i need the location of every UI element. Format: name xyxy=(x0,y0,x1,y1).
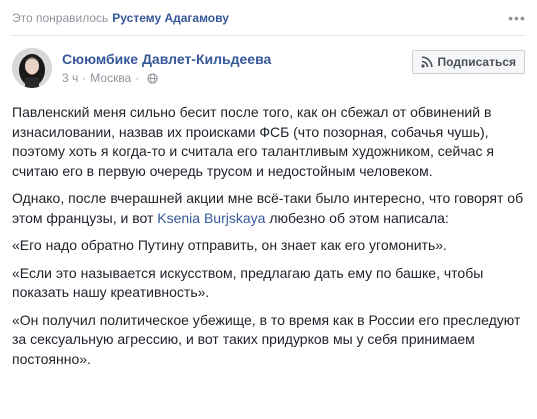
more-dots-icon: ••• xyxy=(508,10,526,26)
author-name[interactable]: Сююмбике Давлет-Кильдеева xyxy=(62,51,271,67)
post-paragraph-4: «Если это называется искусством, предлаг… xyxy=(12,264,484,301)
post-paragraph-5: «Он получил политическое убежище, в то в… xyxy=(12,311,521,367)
avatar[interactable] xyxy=(12,48,52,88)
post-paragraph-2: Однако, после вчерашней акции мне всё-та… xyxy=(12,189,529,228)
avatar-image xyxy=(12,48,52,88)
activity-line: Это понравилось Рустему Адагамову ••• xyxy=(12,0,525,36)
post-time[interactable]: 3 ч xyxy=(62,71,78,85)
meta-separator-2: · xyxy=(135,71,140,85)
post-meta: 3 ч · Москва · xyxy=(62,71,158,85)
post-body: Павленский меня сильно бесит после того,… xyxy=(12,103,529,377)
post-paragraph-3: «Его надо обратно Путину отправить, он з… xyxy=(12,237,447,253)
post-location[interactable]: Москва xyxy=(90,71,131,85)
subscribe-button[interactable]: Подписаться xyxy=(411,50,525,74)
subscribe-label: Подписаться xyxy=(437,55,516,69)
post-paragraph-1: Павленский меня сильно бесит после того,… xyxy=(12,104,494,179)
more-options-button[interactable]: ••• xyxy=(508,10,526,26)
feed-story: Это понравилось Рустему Адагамову ••• Сю… xyxy=(0,0,537,419)
mention-link[interactable]: Ksenia Burjskaya xyxy=(157,210,265,226)
paragraph-2-text-end: любезно об этом написала: xyxy=(269,209,449,226)
globe-icon xyxy=(147,72,158,84)
meta-separator: · xyxy=(82,71,87,85)
activity-prefix: Это понравилось xyxy=(12,10,109,25)
rss-icon xyxy=(420,56,433,68)
activity-liker-name[interactable]: Рустему Адагамову xyxy=(112,11,229,25)
post-header: Сююмбике Давлет-Кильдеева 3 ч · Москва ·… xyxy=(12,48,525,94)
